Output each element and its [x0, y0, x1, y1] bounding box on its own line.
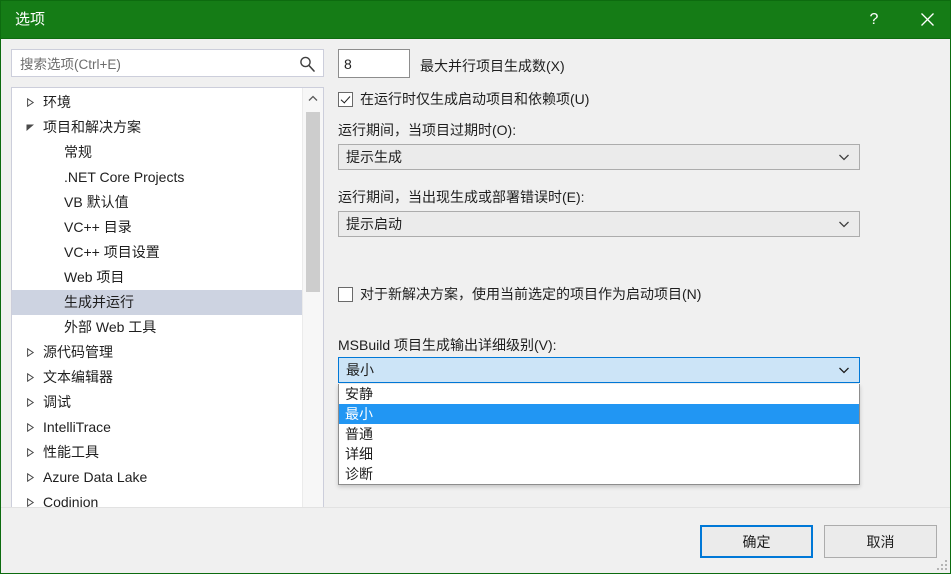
search-magnifier-icon[interactable]	[298, 55, 316, 73]
dialog-footer: 确定 取消	[1, 507, 950, 573]
scroll-up-chevron-up-icon[interactable]	[303, 88, 323, 108]
only-build-startup-label: 在运行时仅生成启动项目和依赖项(U)	[360, 91, 590, 107]
dropdown-option[interactable]: 详细	[339, 444, 859, 464]
tree-item-label: 项目和解决方案	[43, 119, 141, 135]
deploy-error-label: 运行期间，当出现生成或部署错误时(E):	[338, 189, 585, 205]
tree-item-label: 源代码管理	[43, 344, 113, 360]
msbuild-verbosity-value: 最小	[346, 362, 374, 378]
tree-item-label: Azure Data Lake	[43, 469, 148, 485]
out-of-date-value: 提示生成	[346, 149, 402, 165]
tree-item-label: VB 默认值	[64, 194, 129, 210]
out-of-date-label: 运行期间，当项目过期时(O):	[338, 122, 517, 138]
tree-item[interactable]: 项目和解决方案	[12, 115, 302, 140]
tree-item[interactable]: .NET Core Projects	[12, 165, 302, 190]
expander-collapsed-triangle-right-icon[interactable]	[24, 465, 36, 490]
expander-collapsed-triangle-right-icon[interactable]	[24, 365, 36, 390]
tree-item[interactable]: VB 默认值	[12, 190, 302, 215]
tree-item-label: Web 项目	[64, 269, 125, 285]
tree-item[interactable]: 生成并运行	[12, 290, 302, 315]
tree-scrollbar[interactable]	[302, 88, 323, 536]
options-dialog: 选项 ? 环境项目和解决方案常规 .NET Core Projects VB 默认值…	[0, 0, 951, 574]
scrollbar-thumb[interactable]	[306, 112, 320, 292]
ok-button[interactable]: 确定	[700, 525, 813, 558]
tree-item[interactable]: IntelliTrace	[12, 415, 302, 440]
dialog-title: 选项	[15, 11, 46, 28]
checkbox-checked-icon[interactable]	[338, 91, 353, 107]
deploy-error-value: 提示启动	[346, 216, 402, 232]
search-input[interactable]	[20, 54, 288, 74]
tree-item-label: .NET Core Projects	[64, 169, 185, 185]
expander-collapsed-triangle-right-icon[interactable]	[24, 390, 36, 415]
expander-collapsed-triangle-right-icon[interactable]	[24, 415, 36, 440]
chevron-down-icon[interactable]	[837, 217, 851, 231]
tree-item[interactable]: Azure Data Lake	[12, 465, 302, 490]
search-box[interactable]	[11, 49, 324, 77]
tree-item-label: VC++ 项目设置	[64, 244, 160, 260]
tree-item[interactable]: 外部 Web 工具	[12, 315, 302, 340]
max-parallel-builds-input[interactable]	[338, 49, 410, 78]
title-bar: 选项 ?	[1, 1, 950, 39]
tree-item-label: VC++ 目录	[64, 219, 132, 235]
tree-item[interactable]: 常规	[12, 140, 302, 165]
expander-collapsed-triangle-right-icon[interactable]	[24, 90, 36, 115]
tree-item-label: 文本编辑器	[43, 369, 113, 385]
deploy-error-combobox[interactable]: 提示启动	[338, 211, 860, 237]
out-of-date-combobox[interactable]: 提示生成	[338, 144, 860, 170]
tree-item[interactable]: Web 项目	[12, 265, 302, 290]
close-icon[interactable]	[904, 1, 950, 38]
only-build-startup-checkbox[interactable]: 在运行时仅生成启动项目和依赖项(U)	[338, 89, 589, 109]
help-icon[interactable]: ?	[851, 1, 897, 38]
expander-collapsed-triangle-right-icon[interactable]	[24, 340, 36, 365]
msbuild-verbosity-combobox[interactable]: 最小	[338, 357, 860, 383]
cancel-button[interactable]: 取消	[824, 525, 937, 558]
expander-expanded-triangle-down-icon[interactable]	[24, 115, 36, 140]
new-solution-startup-checkbox[interactable]: 对于新解决方案，使用当前选定的项目作为启动项目(N)	[338, 284, 701, 304]
dropdown-option[interactable]: 最小	[339, 404, 859, 424]
options-detail-pane: 最大并行项目生成数(X) 在运行时仅生成启动项目和依赖项(U) 运行期间，当项目…	[335, 39, 950, 573]
msbuild-verbosity-dropdown[interactable]: 安静 最小 普通 详细 诊断	[338, 384, 860, 485]
dialog-body: 环境项目和解决方案常规 .NET Core Projects VB 默认值 VC++ …	[1, 39, 950, 573]
tree-item[interactable]: 文本编辑器	[12, 365, 302, 390]
resize-grip-icon[interactable]	[936, 559, 949, 572]
options-tree: 环境项目和解决方案常规 .NET Core Projects VB 默认值 VC++ …	[12, 90, 302, 536]
tree-item-label: IntelliTrace	[43, 419, 111, 435]
dropdown-option[interactable]: 安静	[339, 384, 859, 404]
tree-item-label: 生成并运行	[64, 294, 134, 310]
tree-item[interactable]: 调试	[12, 390, 302, 415]
dropdown-option[interactable]: 诊断	[339, 464, 859, 484]
msbuild-verbosity-label: MSBuild 项目生成输出详细级别(V):	[338, 337, 557, 353]
tree-item[interactable]: 源代码管理	[12, 340, 302, 365]
new-solution-startup-label: 对于新解决方案，使用当前选定的项目作为启动项目(N)	[360, 286, 702, 302]
tree-item-label: 常规	[64, 144, 92, 160]
tree-item-label: 调试	[43, 394, 71, 410]
chevron-down-icon[interactable]	[837, 363, 851, 377]
expander-collapsed-triangle-right-icon[interactable]	[24, 440, 36, 465]
tree-item-label: 外部 Web 工具	[64, 319, 157, 335]
dropdown-option[interactable]: 普通	[339, 424, 859, 444]
tree-item[interactable]: VC++ 项目设置	[12, 240, 302, 265]
max-parallel-builds-label: 最大并行项目生成数(X)	[420, 58, 565, 74]
tree-item[interactable]: 环境	[12, 90, 302, 115]
tree-item-label: 性能工具	[43, 444, 99, 460]
chevron-down-icon[interactable]	[837, 150, 851, 164]
tree-item-label: 环境	[43, 94, 71, 110]
checkbox-unchecked-icon[interactable]	[338, 286, 353, 302]
options-tree-panel[interactable]: 环境项目和解决方案常规 .NET Core Projects VB 默认值 VC++ …	[11, 87, 324, 537]
tree-item[interactable]: VC++ 目录	[12, 215, 302, 240]
tree-item[interactable]: 性能工具	[12, 440, 302, 465]
